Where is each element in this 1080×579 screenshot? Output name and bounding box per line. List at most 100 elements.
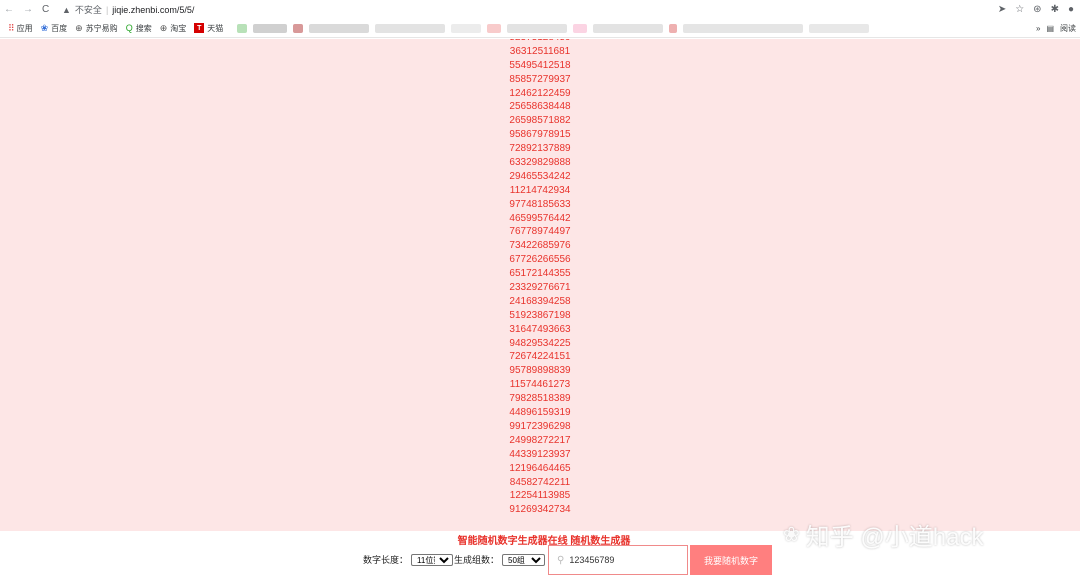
count-label: 生成组数： [454,555,500,565]
globe-icon: ⊕ [159,22,168,33]
zhihu-watermark: ❀ 知乎 @小道hack [783,517,984,552]
number-item: 72674224151 [509,351,571,363]
generate-button[interactable]: 我要随机数字 [690,545,772,575]
number-item: 44339123937 [509,448,571,460]
bookmark-suning[interactable]: ⊕ 苏宁易购 [75,23,118,34]
number-item: 26598571882 [509,115,571,127]
count-select[interactable]: 50组 [502,553,546,566]
number-item: 73422685976 [509,240,571,252]
number-item: 79828518389 [509,393,571,405]
search-q-icon: Q [125,22,133,33]
number-item: 12196464465 [509,462,571,474]
number-item: 12462122459 [509,87,571,99]
bookmarks-bar: ⠿ 应用 ❀ 百度 ⊕ 苏宁易购 Q 搜索 ⊕ 淘宝 T 天猫 » ▤ 阅读 [0,19,1080,38]
star-icon[interactable]: ☆ [1015,4,1024,15]
number-item: 24168394258 [509,295,571,307]
puzzle-icon[interactable]: ✱ [1051,4,1059,15]
blurred-bookmark[interactable] [309,23,370,33]
number-item: 99172396298 [509,420,571,432]
number-item: 11574461273 [509,379,571,391]
blurred-bookmark[interactable] [375,23,446,33]
forward-arrow-icon[interactable]: → [23,4,33,15]
wechat-icon: ❀ [783,524,800,546]
blurred-bookmark[interactable] [237,23,248,33]
bookmark-baidu[interactable]: ❀ 百度 [41,23,68,34]
bookmark-search[interactable]: Q 搜索 [126,23,152,34]
blurred-bookmark[interactable] [683,23,804,33]
number-item: 95789898839 [509,365,571,377]
watermark-text: 知乎 @小道hack [805,524,984,551]
number-item: 63329829888 [509,157,571,169]
number-item: 94829534225 [509,337,571,349]
send-icon[interactable]: ➤ [998,4,1006,15]
blurred-bookmark[interactable] [809,23,870,33]
baidu-paw-icon: ❀ [40,22,49,33]
number-item: 67726266556 [509,254,571,266]
number-list: 5237312845936312511681554954125188585727… [0,39,1080,517]
results-panel[interactable]: 5237312845936312511681554954125188585727… [0,39,1080,531]
number-item: 51923867198 [509,309,571,321]
blurred-bookmark[interactable] [253,23,288,33]
blurred-bookmark[interactable] [451,23,482,33]
number-item: 24998272217 [509,434,571,446]
security-label: 不安全 [74,5,102,15]
number-item: 85857279937 [509,73,571,85]
more-bookmarks-button[interactable]: » [1036,24,1040,33]
reading-list-label[interactable]: 阅读 [1060,23,1076,34]
blurred-bookmark[interactable] [573,23,588,33]
apps-grid-icon: ⠿ [8,22,15,33]
tmall-icon: T [194,23,205,33]
blurred-bookmark[interactable] [487,23,502,33]
bookmark-apps[interactable]: ⠿ 应用 [8,23,33,34]
number-item: 36312511681 [509,45,571,57]
length-label: 数字长度： [363,555,409,565]
reading-list-icon[interactable]: ▤ [1046,24,1054,33]
bookmark-label: 苏宁易购 [85,23,118,33]
options-row: 数字长度： 11位数 生成组数： 50组 [363,553,546,566]
address-bar: ← → C ▲ 不安全 | jiqie.zhenbi.com/5/5/ ➤ ☆ … [0,0,1080,19]
seed-input[interactable] [569,555,680,565]
url-separator: | [105,4,109,15]
blurred-bookmark[interactable] [593,23,664,33]
blurred-bookmark[interactable] [293,23,304,33]
bookmark-label: 百度 [51,23,68,33]
toolbar-icons: ➤ ☆ ⊛ ✱ ● [998,4,1080,15]
url-field[interactable]: ▲ 不安全 | jiqie.zhenbi.com/5/5/ [60,3,194,16]
bookmark-tmall[interactable]: T 天猫 [194,23,223,34]
number-item: 23329276671 [509,282,571,294]
nav-buttons: ← → C [0,4,60,15]
number-item: 65172144355 [509,268,571,280]
blurred-bookmarks [237,23,870,33]
length-select[interactable]: 11位数 [411,553,454,566]
number-item: 11214742934 [509,184,571,196]
number-item: 72892137889 [509,143,571,155]
profile-icon[interactable]: ● [1068,4,1074,15]
bookmark-label: 应用 [16,23,33,33]
number-item: 12254113985 [509,490,571,502]
warning-triangle-icon[interactable]: ▲ [62,5,71,15]
extension-icon[interactable]: ⊛ [1033,4,1041,15]
number-item: 91269342734 [509,504,571,516]
blurred-bookmark[interactable] [669,23,678,33]
search-icon: ⚲ [557,554,565,566]
reload-icon[interactable]: C [42,4,49,15]
number-item: 55495412518 [509,59,571,71]
bookmark-label: 淘宝 [170,23,187,33]
bookmarks-overflow: » ▤ 阅读 [1036,23,1080,34]
bookmark-label: 天猫 [207,23,224,33]
seed-input-box[interactable]: ⚲ [548,545,688,575]
number-item: 76778974497 [509,226,571,238]
number-item: 25658638448 [509,101,571,113]
number-item: 44896159319 [509,407,571,419]
globe-icon: ⊕ [75,22,83,33]
number-item: 95867978915 [509,129,571,141]
bookmark-label: 搜索 [135,23,152,33]
number-item: 84582742211 [509,476,571,488]
url-text: jiqie.zhenbi.com/5/5/ [112,4,195,15]
number-item: 31647493663 [509,323,571,335]
back-arrow-icon[interactable]: ← [4,4,14,15]
bookmark-taobao[interactable]: ⊕ 淘宝 [160,23,187,34]
blurred-bookmark[interactable] [507,23,568,33]
number-item: 46599576442 [509,212,571,224]
number-item: 97748185633 [509,198,571,210]
